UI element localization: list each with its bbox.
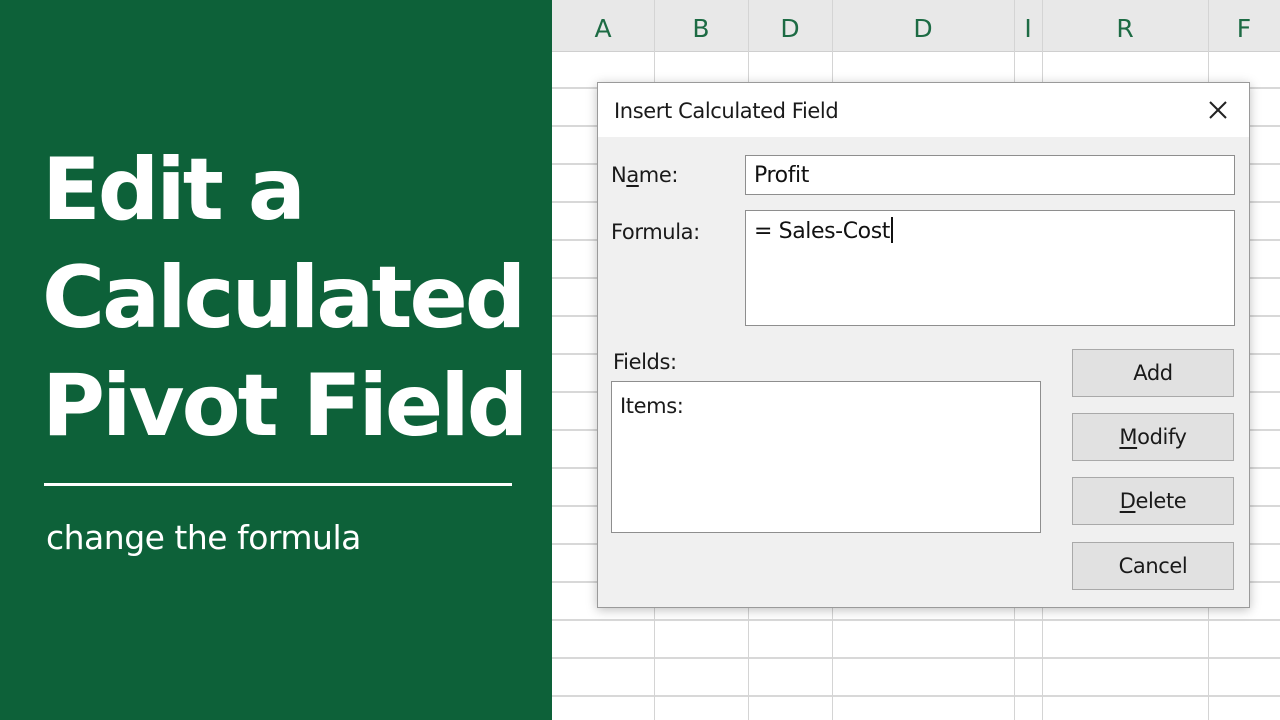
banner-title: Edit a Calculated Pivot Field (42, 136, 532, 460)
button-accel: D (1119, 489, 1136, 513)
button-label: elete (1135, 489, 1187, 513)
name-label-text: me: (638, 163, 679, 187)
formula-label: Formula: (611, 220, 700, 244)
name-label: Name: (611, 163, 678, 187)
column-header[interactable]: F (1208, 0, 1280, 52)
column-header[interactable]: B (654, 0, 748, 52)
list-item[interactable]: Items: (620, 394, 684, 418)
dialog-titlebar: Insert Calculated Field (598, 83, 1249, 137)
formula-field[interactable]: = Sales-Cost (745, 210, 1235, 326)
column-header[interactable]: D (748, 0, 832, 52)
column-header-bar: A B D D I R F (552, 0, 1280, 52)
title-banner: Edit a Calculated Pivot Field change the… (0, 0, 552, 720)
fields-label: Fields: (613, 350, 677, 374)
banner-title-line: Calculated (42, 248, 526, 348)
banner-divider (44, 483, 512, 486)
column-header[interactable]: A (552, 0, 654, 52)
insert-calculated-field-dialog: Insert Calculated Field Name: Formula: =… (597, 82, 1250, 608)
fields-list[interactable]: Items: (611, 381, 1041, 533)
banner-title-line: Edit a (42, 140, 306, 240)
button-label: odify (1137, 425, 1187, 449)
banner-subtitle: change the formula (46, 518, 361, 557)
text-caret (891, 217, 894, 243)
name-label-text: N (611, 163, 627, 187)
close-icon (1209, 101, 1227, 119)
delete-button[interactable]: Delete (1072, 477, 1234, 525)
column-header[interactable]: R (1042, 0, 1208, 52)
dialog-title: Insert Calculated Field (614, 99, 839, 123)
modify-button[interactable]: Modify (1072, 413, 1234, 461)
button-accel: M (1119, 425, 1138, 449)
column-header[interactable]: I (1014, 0, 1042, 52)
banner-title-line: Pivot Field (42, 356, 528, 456)
add-button[interactable]: Add (1072, 349, 1234, 397)
name-label-accel: a (626, 163, 639, 187)
column-header[interactable]: D (832, 0, 1014, 52)
formula-text: = Sales-Cost (754, 219, 891, 244)
cancel-button[interactable]: Cancel (1072, 542, 1234, 590)
button-label: Cancel (1118, 554, 1188, 578)
name-field[interactable] (745, 155, 1235, 195)
close-button[interactable] (1201, 93, 1235, 127)
button-label: Add (1133, 361, 1173, 385)
